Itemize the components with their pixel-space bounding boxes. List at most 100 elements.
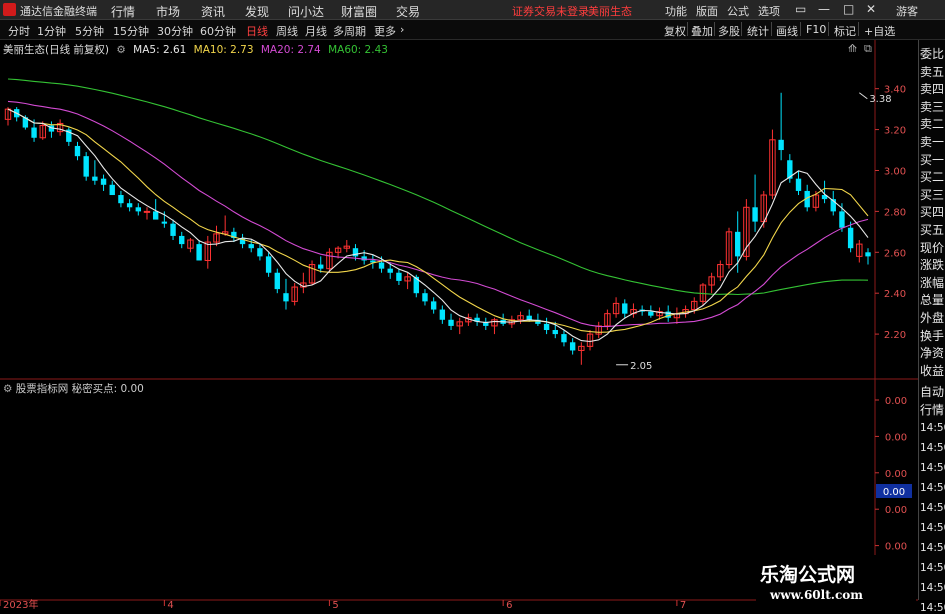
hangqing-toggle[interactable]: 行情 [920, 402, 944, 418]
candle-down [735, 231, 741, 257]
period-1min[interactable]: 1分钟 [37, 23, 66, 39]
menu-item-xuanxiang[interactable]: 选项 [758, 3, 780, 19]
indicator-y-label: 0.00 [885, 432, 907, 443]
indicator-value: 秘密买点: 0.00 [71, 383, 144, 395]
period-15min[interactable]: 15分钟 [113, 23, 149, 39]
watermark-text: 乐淘公式网 [760, 564, 856, 586]
candle-down [161, 221, 168, 224]
indicator-y-label: 0.00 [885, 505, 907, 516]
period-multi[interactable]: 多周期 [333, 23, 366, 39]
tool-add-watchlist[interactable]: +自选 [864, 23, 895, 39]
period-monthly[interactable]: 月线 [305, 23, 327, 39]
quote-label: 卖二 [920, 117, 945, 132]
ma5-line [7, 108, 869, 343]
menu-item-banmian[interactable]: 版面 [696, 3, 718, 19]
ma10-line [7, 108, 869, 333]
quote-label: 收益 [920, 363, 945, 378]
period-more-chevron-icon[interactable]: › [400, 23, 404, 36]
menu-item-wenxiaoda[interactable]: 问小达 [288, 3, 324, 20]
toolbar-divider [828, 22, 829, 36]
period-60min[interactable]: 60分钟 [200, 23, 236, 39]
menu-item-faxian[interactable]: 发现 [245, 3, 269, 20]
candle-down [83, 156, 89, 177]
tool-huaxian[interactable]: 画线 [776, 23, 798, 39]
candle-down [283, 293, 289, 302]
candle-down [248, 244, 254, 249]
tool-biaoji[interactable]: 标记 [834, 23, 856, 39]
candle-down [569, 342, 576, 351]
candle-down [196, 244, 202, 261]
window-icon[interactable]: ⧉ [864, 42, 872, 56]
indicator-y-label: 0.00 [885, 542, 907, 553]
candle-down [378, 262, 385, 269]
toolbar-divider [714, 22, 715, 36]
kline-chart[interactable]: 2.202.402.602.803.003.203.40 2023年 4 5 6 7 3… [0, 40, 918, 609]
candle-down [179, 235, 185, 245]
candle-down [552, 330, 558, 335]
menu-item-caifuquan[interactable]: 财富圈 [341, 3, 377, 20]
quote-label: 买五 [920, 223, 945, 237]
top-menu-bar: 通达信金融终端 行情 市场 资讯 发现 问小达 财富圈 交易 证券交易未登录 美… [0, 0, 945, 20]
minimize-icon[interactable]: — [818, 2, 830, 16]
candle-down [795, 178, 802, 191]
candle-down [648, 311, 654, 316]
close-icon[interactable]: ✕ [866, 2, 876, 16]
menu-item-shichang[interactable]: 市场 [156, 3, 180, 20]
main-indicator-info: 美丽生态(日线 前复权) ⚙ MA5: 2.61 MA10: 2.73 MA20… [3, 42, 392, 57]
stock-tab[interactable]: 美丽生态 [588, 3, 632, 19]
period-more[interactable]: 更多 [374, 23, 396, 39]
tool-f10[interactable]: F10 [806, 23, 826, 36]
tick-time: 14:50 [920, 502, 945, 514]
maximize-icon[interactable]: □ [843, 2, 854, 16]
tick-time: 14:50 [920, 442, 945, 454]
y-tick-label: 2.60 [884, 248, 906, 259]
ma60-line [7, 78, 869, 296]
tool-fuquan[interactable]: 复权 [664, 23, 686, 39]
quote-label: 外盘 [920, 311, 945, 325]
candle-down [839, 211, 845, 228]
tool-tongji[interactable]: 统计 [747, 23, 769, 39]
tick-time: 14:50 [920, 462, 945, 474]
menu-item-zixun[interactable]: 资讯 [201, 3, 225, 20]
candle-down [422, 293, 428, 302]
candle-down [92, 176, 98, 181]
stock-title: 美丽生态(日线 前复权) [3, 44, 110, 56]
quote-label: 卖一 [920, 135, 945, 149]
quote-label: 涨幅 [920, 275, 945, 290]
period-weekly[interactable]: 周线 [276, 23, 298, 39]
quote-label: 换手 [920, 328, 945, 343]
menu-item-jiaoyi[interactable]: 交易 [396, 3, 420, 20]
toolbar-divider [858, 22, 859, 36]
candle-down [396, 272, 402, 281]
period-daily[interactable]: 日线 [246, 23, 268, 39]
period-5min[interactable]: 5分钟 [75, 23, 104, 39]
candle-down [318, 264, 324, 269]
x-tick-label: 4 [167, 600, 173, 609]
settings-icon[interactable]: ⚙ [116, 44, 125, 56]
auto-toggle[interactable]: 自动 [920, 384, 944, 400]
candle-down [865, 252, 871, 257]
settings-icon[interactable]: ⚙ [3, 383, 12, 395]
expand-icon[interactable]: ⟰ [848, 42, 857, 55]
high-annotation: 3.38 [869, 94, 891, 105]
candle-down [109, 184, 115, 196]
ma20-line [7, 100, 869, 328]
quote-label: 现价 [920, 240, 945, 255]
menu-item-gongshi[interactable]: 公式 [727, 3, 749, 19]
period-fenshi[interactable]: 分时 [8, 23, 30, 39]
ma5-value: MA5: 2.61 [133, 44, 187, 56]
candle-down [257, 248, 263, 257]
tool-diejia[interactable]: 叠加 [691, 23, 713, 39]
period-30min[interactable]: 30分钟 [157, 23, 193, 39]
candle-down [118, 195, 124, 204]
quote-label: 卖三 [920, 99, 945, 114]
menu-item-hangqing[interactable]: 行情 [111, 3, 135, 20]
sub-indicator-info: ⚙ 股票指标网 秘密买点: 0.00 [3, 381, 144, 396]
quote-label: 涨跌 [920, 258, 945, 273]
menu-item-gongneng[interactable]: 功能 [665, 3, 687, 19]
login-warning[interactable]: 证券交易未登录 [512, 3, 589, 19]
guest-label[interactable]: 游客 [896, 3, 918, 19]
restore-icon[interactable]: ▭ [795, 2, 806, 16]
candle-up [143, 210, 151, 213]
tool-duogu[interactable]: 多股 [718, 23, 740, 39]
